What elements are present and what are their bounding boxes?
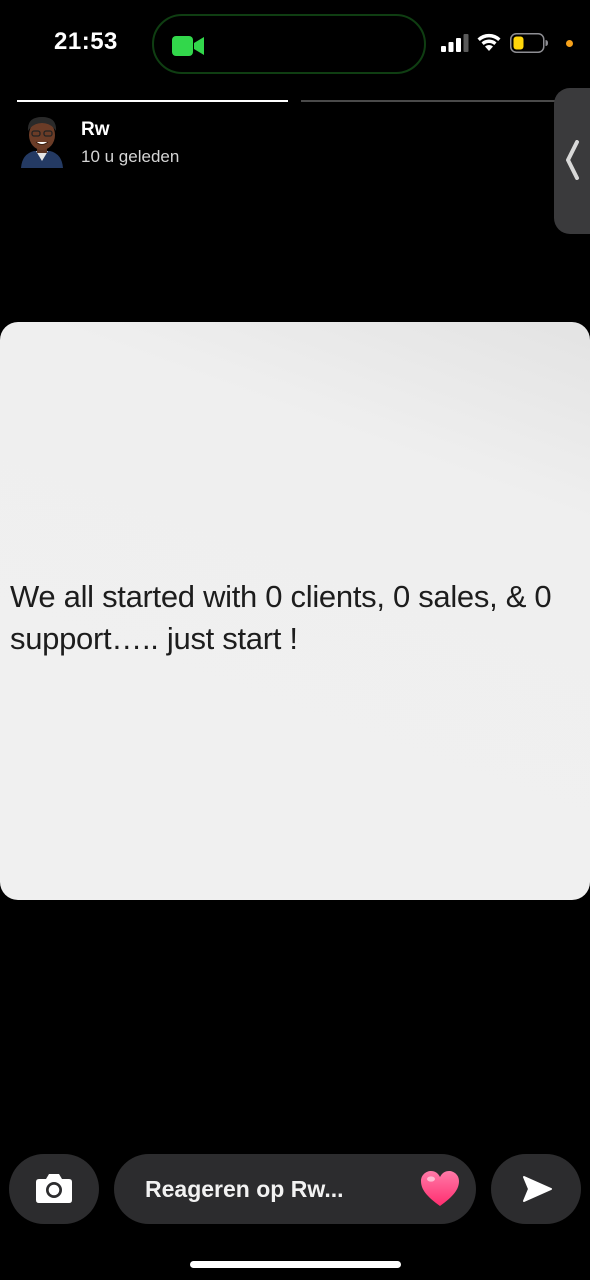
side-drawer-tab[interactable] [554, 88, 590, 234]
bitmoji-avatar[interactable] [18, 114, 66, 168]
cellular-signal-icon [441, 34, 469, 52]
battery-icon [510, 33, 548, 53]
story-text: We all started with 0 clients, 0 sales, … [10, 579, 552, 656]
story-progress-segment-1 [17, 100, 288, 102]
story-progress-segment-2 [301, 100, 556, 102]
privacy-indicator-dot [566, 40, 573, 47]
story-username[interactable]: Rw [81, 119, 110, 141]
home-indicator[interactable] [190, 1261, 401, 1268]
story-timestamp: 10 u geleden [81, 147, 180, 166]
reply-placeholder: Reageren op Rw... [145, 1176, 344, 1202]
chevron-left-icon [566, 140, 579, 180]
send-icon [523, 1176, 552, 1202]
wifi-icon [477, 33, 501, 51]
facetime-icon [172, 36, 204, 56]
reply-input[interactable]: Reageren op Rw... [114, 1154, 476, 1224]
dynamic-island[interactable] [152, 14, 426, 74]
status-time: 21:53 [54, 28, 118, 55]
story-card[interactable]: We all started with 0 clients, 0 sales, … [0, 322, 590, 900]
send-button[interactable] [491, 1154, 581, 1224]
camera-button[interactable] [9, 1154, 99, 1224]
heart-icon[interactable] [420, 1170, 460, 1208]
camera-icon [36, 1174, 72, 1203]
